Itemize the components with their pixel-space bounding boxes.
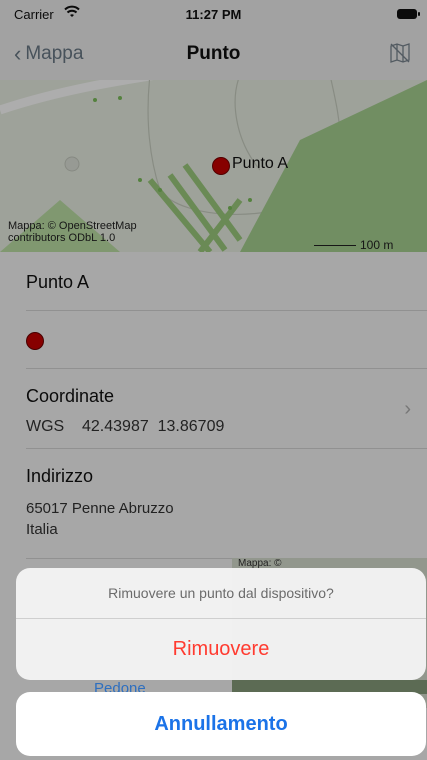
action-sheet-divider	[16, 618, 426, 619]
action-sheet-message: Rimuovere un punto dal dispositivo?	[108, 585, 334, 601]
action-sheet: Rimuovere un punto dal dispositivo? Rimu…	[16, 568, 426, 680]
cancel-button[interactable]: Annullamento	[16, 692, 426, 756]
remove-button[interactable]: Rimuovere	[16, 620, 426, 680]
